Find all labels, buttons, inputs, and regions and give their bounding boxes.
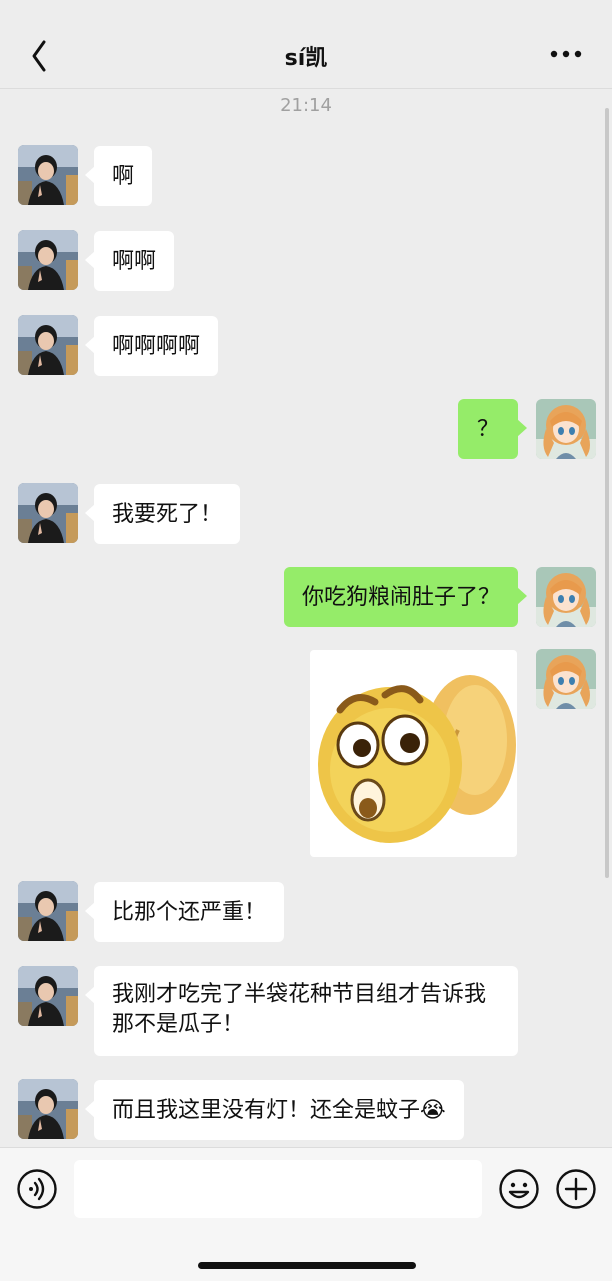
contact-avatar[interactable]: [18, 1079, 78, 1139]
plus-icon[interactable]: [555, 1168, 597, 1210]
message-text-input[interactable]: [74, 1160, 482, 1218]
received-message-bubble[interactable]: 啊: [84, 146, 153, 206]
chat-header: sí凯: [0, 0, 612, 89]
emoji-icon[interactable]: [498, 1168, 540, 1210]
contact-avatar[interactable]: [18, 230, 78, 290]
received-message-bubble[interactable]: 我刚才吃完了半袋花种节目组才告诉我那不是瓜子！: [85, 966, 518, 1056]
sent-message-bubble[interactable]: 你吃狗粮闹肚子了？: [283, 567, 528, 627]
contact-avatar[interactable]: [18, 315, 78, 375]
received-message-bubble[interactable]: 啊啊: [84, 231, 175, 291]
user-avatar[interactable]: [536, 399, 596, 459]
shocked-emoji-sticker[interactable]: [310, 650, 517, 857]
received-message-bubble[interactable]: 而且我这里没有灯！还全是蚊子😭: [85, 1080, 464, 1140]
contact-avatar[interactable]: [18, 145, 78, 205]
chat-title: sí凯: [284, 46, 328, 71]
contact-avatar[interactable]: [18, 881, 78, 941]
received-message-bubble[interactable]: 我要死了！: [84, 484, 241, 544]
message-input-bar: [0, 1147, 612, 1281]
user-avatar[interactable]: [536, 567, 596, 627]
contact-avatar[interactable]: [18, 966, 78, 1026]
received-message-bubble[interactable]: 啊啊啊啊: [84, 316, 219, 376]
message-timestamp: 21:14: [280, 95, 332, 116]
received-message-bubble[interactable]: 比那个还严重！: [84, 882, 285, 942]
sent-message-bubble[interactable]: ？: [458, 399, 527, 459]
scrollbar[interactable]: [605, 108, 609, 878]
home-indicator: [198, 1262, 416, 1269]
user-avatar[interactable]: [536, 649, 596, 709]
contact-avatar[interactable]: [18, 483, 78, 543]
voice-icon[interactable]: [16, 1168, 58, 1210]
ellipsis-icon[interactable]: [550, 44, 584, 64]
